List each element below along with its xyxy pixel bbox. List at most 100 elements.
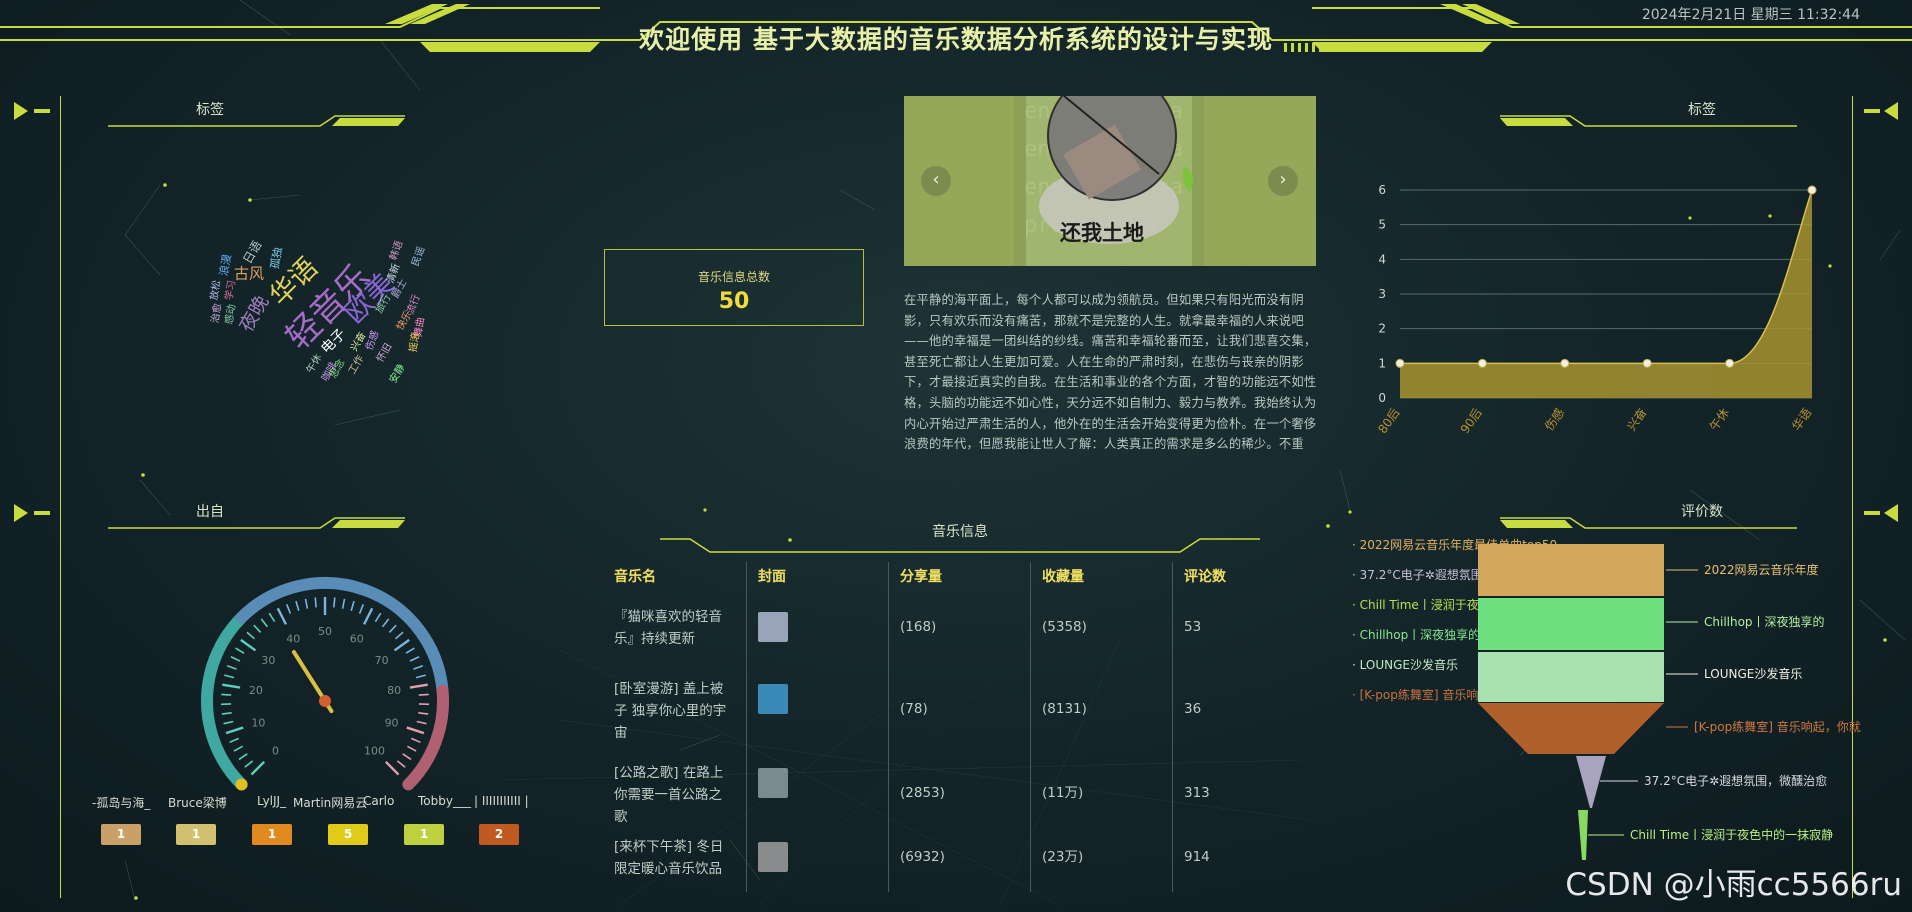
tag-word: 古风 [233,264,265,283]
rating-funnel-chart: 2022网易云音乐年度 Chillhop丨深夜独享的 LOUNGE沙发音乐 [K-po… [1478,544,1861,860]
table-cell-music-name[interactable]: [公路之歌] 在路上你需要一首公路之歌 [614,762,732,828]
gauge-tick [238,753,248,761]
table-cell-share: (78) [900,701,928,717]
gauge-tick [230,655,241,662]
chart-x-tick-label: 伤感 [1541,405,1567,433]
album-thumbnail[interactable] [758,842,788,872]
origin-count-badge: 1 [404,824,444,845]
gauge-tick [374,612,382,623]
origin-gauge: 0 10 20 30 40 50 60 70 80 90 100 [201,577,449,791]
gauge-tick [362,607,374,625]
chart-x-tick-label: 90后 [1458,406,1485,436]
album-thumbnail[interactable] [758,612,788,642]
carousel-next-button[interactable]: › [1268,166,1298,196]
gauge-tick [229,737,240,744]
gauge-tick-label: 10 [251,717,265,730]
funnel-segment[interactable] [1478,544,1664,596]
origin-count-badge: 1 [252,824,292,845]
table-column-divider [888,562,889,892]
gauge-tick [402,753,412,761]
chevron-left-icon: ‹ [932,169,940,190]
funnel-segment[interactable] [1478,652,1664,702]
chevron-right-icon: › [1279,169,1287,190]
gauge-tick [285,604,292,614]
gauge-tick [260,618,269,628]
table-column-divider [1172,562,1173,892]
gauge-tick [393,638,410,652]
gauge-tick [406,745,417,752]
gauge-tick [405,647,415,654]
gauge-tick [409,683,428,689]
chart-point[interactable] [1807,185,1817,195]
table-cell-music-name[interactable]: [来杯下午茶] 冬日限定暖心音乐饮品 [614,836,732,880]
album-carousel[interactable]: environmentaenvironmenta environmentapro… [904,96,1316,266]
gauge-tick [268,612,276,623]
gauge-tick [223,720,234,725]
funnel-legend-item[interactable]: · LOUNGE沙发音乐 [1352,656,1458,673]
carousel-prev-button[interactable]: ‹ [921,166,951,196]
table-cell-comments: 313 [1184,785,1210,801]
chart-y-tick-label: 6 [1378,183,1386,197]
chart-point[interactable] [1395,358,1405,368]
funnel-label: 2022网易云音乐年度 [1704,562,1819,577]
table-cell-comments: 53 [1184,619,1202,635]
gauge-tick [388,624,397,634]
table-cell-share: (168) [900,619,937,635]
gauge-tick [246,631,256,640]
origin-name: | IIIIIIIIIII | [474,794,529,808]
funnel-segment[interactable] [1576,756,1606,808]
origin-name: LylJJ_ [257,794,287,808]
chart-y-tick-label: 5 [1378,218,1386,232]
chart-x-tick-label: 午休 [1707,406,1732,434]
gauge-tick [235,647,245,654]
gauge-tick [314,597,317,608]
table-cell-collect: (11万) [1042,785,1084,801]
table-header-cell: 评论数 [1184,569,1226,585]
album-thumbnail[interactable] [758,684,788,714]
gauge-tick-label: 0 [272,744,279,757]
chart-x-tick-label: 华语 [1789,406,1814,434]
table-header-cell: 封面 [758,569,786,585]
chart-y-tick-label: 2 [1378,322,1386,336]
funnel-legend: · 2022网易云音乐年度最佳单曲top50 · 37.2°C电子✲遐想氛围，微醺… [0,0,1563,702]
origin-count-badge: 2 [479,824,519,845]
gauge-tick [396,760,406,768]
chart-point[interactable] [1642,358,1652,368]
rating-panel-title: 评价数 [1681,504,1723,520]
funnel-legend-item[interactable]: · Chillhop丨深夜独享的 [1352,626,1480,643]
funnel-segment[interactable] [1478,598,1664,650]
gauge-tick-label: 90 [385,717,399,730]
album-thumbnail[interactable] [758,768,788,798]
gauge-tick-label: 100 [364,744,385,757]
music-total-card: 音乐信息总数 50 [604,249,864,326]
table-column-divider [746,562,747,892]
table-cell-collect: (5358) [1042,619,1087,635]
funnel-label: [K-pop练舞室] 音乐响起，你就 [1694,719,1861,734]
chart-x-tick-label: 80后 [1375,406,1402,436]
gauge-tick [240,638,257,652]
chart-x-tick-label: 兴奋 [1624,406,1649,434]
table-header-cell: 音乐名 [614,569,656,585]
funnel-segment[interactable] [1478,703,1664,754]
gauge-tick-label: 70 [375,654,389,667]
music-total-label: 音乐信息总数 [697,270,770,284]
chart-y-tick-label: 3 [1378,287,1386,301]
funnel-segment[interactable] [1578,810,1588,860]
table-cell-music-name[interactable]: 『猫咪喜欢的轻音乐』持续更新 [614,606,732,650]
chart-point[interactable] [1725,358,1735,368]
gauge-tick-label: 40 [286,633,300,646]
table-cell-music-name[interactable]: [卧室漫游] 盖上被子 独享你心里的宇宙 [614,678,732,744]
chart-point[interactable] [1477,358,1487,368]
gauge-tick [418,711,429,715]
chart-point[interactable] [1560,358,1570,368]
gauge-tick [276,607,288,625]
gauge-tick [225,726,244,735]
gauge-arc [235,577,449,697]
chart-series-line [1400,189,1813,365]
gauge-tick [350,600,355,611]
gauge-tick [418,693,429,696]
gauge-tick [394,631,404,640]
gauge-tick [384,760,400,776]
gauge-tick [244,760,254,768]
gauge-tick [222,683,241,689]
